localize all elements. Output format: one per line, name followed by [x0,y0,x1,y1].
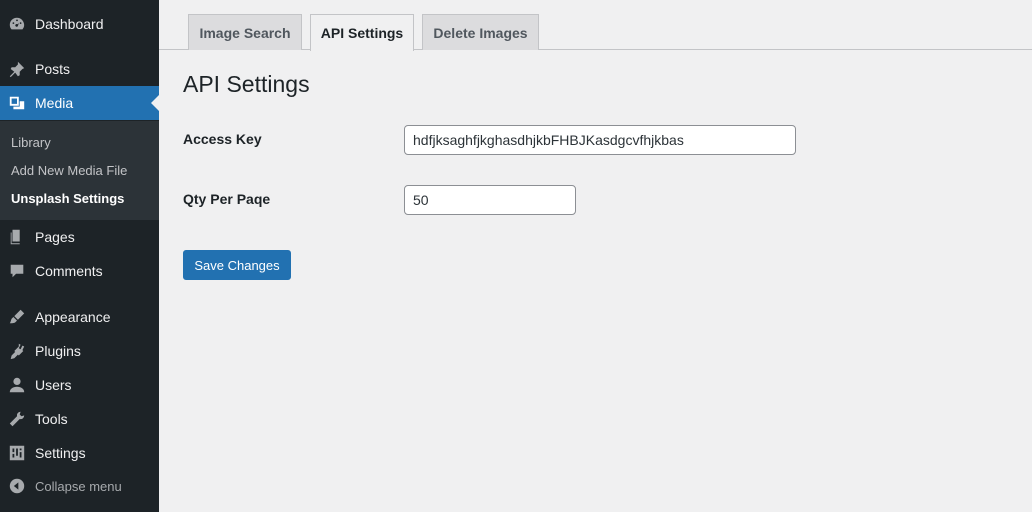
access-key-input[interactable] [404,125,796,155]
media-submenu: Library Add New Media File Unsplash Sett… [0,121,159,220]
menu-item-appearance[interactable]: Appearance [0,300,159,334]
menu-label: Settings [35,445,86,461]
save-changes-button[interactable]: Save Changes [183,250,291,280]
menu-label: Plugins [35,343,81,359]
qty-per-page-label: Qty Per Paqe [183,191,271,207]
submenu-item-library[interactable]: Library [11,135,51,150]
menu-item-dashboard[interactable]: Dashboard [0,7,159,41]
menu-label: Media [35,95,74,111]
sliders-icon [8,444,26,462]
menu-label: Users [35,377,72,393]
menu-item-plugins[interactable]: Plugins [0,334,159,368]
page-title: API Settings [183,71,310,97]
comment-icon [8,262,26,280]
collapse-menu-button[interactable]: Collapse menu [0,469,159,503]
menu-label: Tools [35,411,68,427]
tab-delete-images[interactable]: Delete Images [422,14,539,50]
plug-icon [8,342,26,360]
settings-tabs: Image Search API Settings Delete Images [159,14,1032,51]
menu-label: Comments [35,263,103,279]
collapse-arrow-icon [8,477,26,495]
brush-icon [8,308,26,326]
wrench-icon [8,410,26,428]
tab-image-search[interactable]: Image Search [188,14,302,50]
admin-sidebar: Dashboard Posts Media Library Add New Me… [0,0,159,512]
menu-label: Posts [35,61,71,77]
dashboard-icon [8,15,26,33]
user-icon [8,376,26,394]
pin-icon [8,60,26,78]
menu-item-pages[interactable]: Pages [0,220,159,254]
menu-item-users[interactable]: Users [0,368,159,402]
menu-item-media[interactable]: Media [0,86,159,120]
submenu-item-add-new[interactable]: Add New Media File [11,163,127,178]
qty-per-page-input[interactable] [404,185,576,215]
menu-label: Pages [35,229,75,245]
menu-item-settings[interactable]: Settings [0,436,159,470]
menu-label: Appearance [35,309,111,325]
pages-icon [8,228,26,246]
access-key-label: Access Key [183,131,262,147]
submenu-item-unsplash-settings[interactable]: Unsplash Settings [11,191,124,206]
menu-item-comments[interactable]: Comments [0,254,159,288]
menu-item-posts[interactable]: Posts [0,52,159,86]
collapse-label: Collapse menu [35,478,122,494]
menu-label: Dashboard [35,16,104,32]
tab-api-settings[interactable]: API Settings [310,14,414,51]
menu-item-tools[interactable]: Tools [0,402,159,436]
media-icon [8,94,26,112]
